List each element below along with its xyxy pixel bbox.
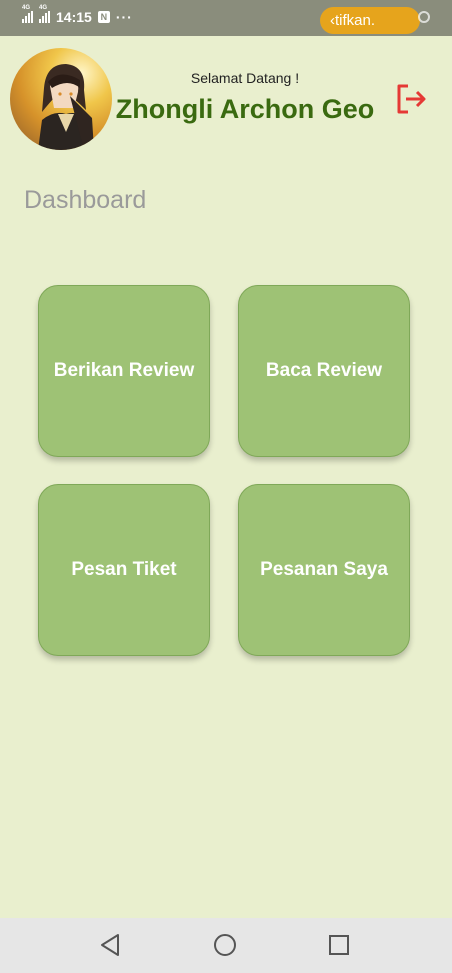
nfc-icon: N [97, 11, 110, 23]
user-name: Zhongli Archon Geo [115, 94, 375, 124]
status-bar: 4G 4G 14:15 N ··· ‹tifkan. [0, 0, 452, 36]
avatar-illustration [38, 64, 94, 150]
network-type-label-2: 4G [39, 5, 48, 11]
signal-icon: 4G [22, 5, 33, 23]
clock: 14:15 [56, 9, 92, 25]
system-nav-bar [0, 918, 452, 973]
profile-avatar[interactable] [10, 48, 112, 150]
pesan-tiket-button[interactable]: Pesan Tiket [38, 484, 210, 656]
recent-square-icon[interactable] [326, 932, 352, 958]
pesanan-saya-button[interactable]: Pesanan Saya [238, 484, 410, 656]
page-title: Dashboard [24, 186, 147, 214]
berikan-review-button[interactable]: Berikan Review [38, 285, 210, 457]
back-triangle-icon[interactable] [98, 932, 124, 958]
baca-review-button[interactable]: Baca Review [238, 285, 410, 457]
status-left: 4G 4G 14:15 N ··· [22, 5, 133, 25]
status-indicator-icon [418, 11, 430, 23]
notification-pill[interactable]: ‹tifkan. [320, 7, 420, 34]
signal-icon-2: 4G [39, 5, 50, 23]
greeting-text: Selamat Datang ! [190, 70, 300, 86]
more-dots: ··· [115, 9, 133, 25]
network-type-label: 4G [22, 5, 31, 11]
logout-icon[interactable] [394, 82, 428, 116]
home-circle-icon[interactable] [212, 932, 238, 958]
